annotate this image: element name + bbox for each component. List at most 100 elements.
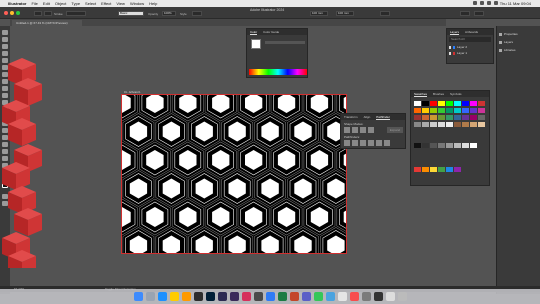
artboard[interactable] <box>121 94 347 254</box>
dock-libraries[interactable]: Libraries <box>499 48 516 52</box>
swatch[interactable] <box>430 115 437 120</box>
visibility-eye-icon[interactable] <box>449 46 451 49</box>
swatch[interactable] <box>462 108 469 113</box>
tab-color-guide[interactable]: Color Guide <box>263 29 279 35</box>
merge-icon[interactable] <box>360 140 366 146</box>
illustrator-icon[interactable] <box>181 292 191 301</box>
pen-tool-icon[interactable] <box>2 44 8 49</box>
messages-icon[interactable] <box>313 292 323 301</box>
selection-tool-icon[interactable] <box>2 30 8 35</box>
swatch[interactable] <box>446 115 453 120</box>
premiere-icon[interactable] <box>229 292 239 301</box>
music-icon[interactable] <box>349 292 359 301</box>
swatch[interactable] <box>470 122 477 127</box>
swatch[interactable] <box>454 115 461 120</box>
safari-icon[interactable] <box>157 292 167 301</box>
menu-type[interactable]: Type <box>71 1 80 6</box>
menu-edit[interactable]: Edit <box>43 1 50 6</box>
powerpoint-icon[interactable] <box>289 292 299 301</box>
tab-layers[interactable]: Layers <box>450 29 460 35</box>
crop-icon[interactable] <box>368 140 374 146</box>
trash-icon[interactable] <box>397 292 407 301</box>
gray-swatch[interactable] <box>462 143 469 148</box>
menu-file[interactable]: File <box>31 1 37 6</box>
swatch[interactable] <box>414 108 421 113</box>
indesign-icon[interactable] <box>241 292 251 301</box>
divide-icon[interactable] <box>344 140 350 146</box>
swatch[interactable] <box>454 101 461 106</box>
document-tab[interactable]: Untitled-1 @ 67.43 % (CMYK/Preview) <box>12 20 82 26</box>
tab-swatches[interactable]: Swatches <box>414 91 428 97</box>
swatch[interactable] <box>470 101 477 106</box>
tab-transform[interactable]: Transform <box>344 114 358 120</box>
excel-icon[interactable] <box>277 292 287 301</box>
width-field[interactable]: 100 mm <box>310 11 328 16</box>
swatch[interactable] <box>446 101 453 106</box>
gray-swatch[interactable] <box>438 143 445 148</box>
calendar-icon[interactable] <box>337 292 347 301</box>
color-group-swatch[interactable] <box>438 167 445 172</box>
share-button[interactable] <box>474 11 484 16</box>
graphic-style-picker[interactable] <box>192 11 202 16</box>
minus-front-icon[interactable] <box>352 127 358 133</box>
battery-icon[interactable] <box>480 1 484 5</box>
color-group-swatch[interactable] <box>414 167 421 172</box>
swatch[interactable] <box>470 108 477 113</box>
swatch[interactable] <box>438 108 445 113</box>
control-center-icon[interactable] <box>494 1 498 5</box>
swatch[interactable] <box>462 101 469 106</box>
minimize-window-button[interactable] <box>10 10 14 15</box>
intersect-icon[interactable] <box>360 127 366 133</box>
tab-color[interactable]: Color <box>250 29 258 35</box>
swatch[interactable] <box>430 122 437 127</box>
gray-swatch[interactable] <box>454 143 461 148</box>
swatch[interactable] <box>438 115 445 120</box>
height-field[interactable]: 100 mm <box>336 11 354 16</box>
launchpad-icon[interactable] <box>145 292 155 301</box>
swatch[interactable] <box>438 101 445 106</box>
color-group-swatch[interactable] <box>454 167 461 172</box>
gray-swatch[interactable] <box>414 143 421 148</box>
color-group-swatch[interactable] <box>430 167 437 172</box>
photoshop-icon[interactable] <box>205 292 215 301</box>
gray-swatch[interactable] <box>430 143 437 148</box>
swatch[interactable] <box>422 115 429 120</box>
lightroom-icon[interactable] <box>193 292 203 301</box>
settings-icon[interactable] <box>361 292 371 301</box>
swatch[interactable] <box>470 115 477 120</box>
menu-effect[interactable]: Effect <box>101 1 111 6</box>
swatch[interactable] <box>422 108 429 113</box>
opacity-field[interactable]: 100% <box>162 11 176 16</box>
fill-stroke-preview[interactable] <box>251 39 261 49</box>
dock-properties[interactable]: Properties <box>499 32 518 36</box>
mail-icon[interactable] <box>325 292 335 301</box>
swatch[interactable] <box>430 101 437 106</box>
swatch[interactable] <box>462 115 469 120</box>
swatch[interactable] <box>454 122 461 127</box>
layer-row-2[interactable]: Layer 2 <box>449 45 493 50</box>
stroke-swatch[interactable] <box>44 11 52 16</box>
outline-icon[interactable] <box>376 140 382 146</box>
menu-window[interactable]: Window <box>130 1 144 6</box>
swatch[interactable] <box>414 101 421 106</box>
tab-symbols[interactable]: Symbols <box>450 91 462 97</box>
tab-align[interactable]: Align <box>364 114 371 120</box>
wifi-icon[interactable] <box>473 1 477 5</box>
expand-button[interactable]: Expand <box>387 127 403 133</box>
hexagon-pattern[interactable] <box>122 95 347 254</box>
menu-view[interactable]: View <box>116 1 125 6</box>
layers-search-input[interactable]: Search All <box>449 37 491 42</box>
teams-icon[interactable] <box>301 292 311 301</box>
tab-artboards[interactable]: Artboards <box>465 29 478 35</box>
menu-help[interactable]: Help <box>149 1 157 6</box>
visibility-eye-icon[interactable] <box>449 52 451 55</box>
exclude-icon[interactable] <box>368 127 374 133</box>
brush-style-field[interactable]: Basic <box>118 11 144 16</box>
transform-button[interactable] <box>380 11 390 16</box>
calculator-icon[interactable] <box>253 292 263 301</box>
swatch[interactable] <box>422 101 429 106</box>
direct-selection-tool-icon[interactable] <box>2 37 8 42</box>
color-group-swatch[interactable] <box>422 167 429 172</box>
close-window-button[interactable] <box>4 10 8 15</box>
swatch[interactable] <box>462 122 469 127</box>
